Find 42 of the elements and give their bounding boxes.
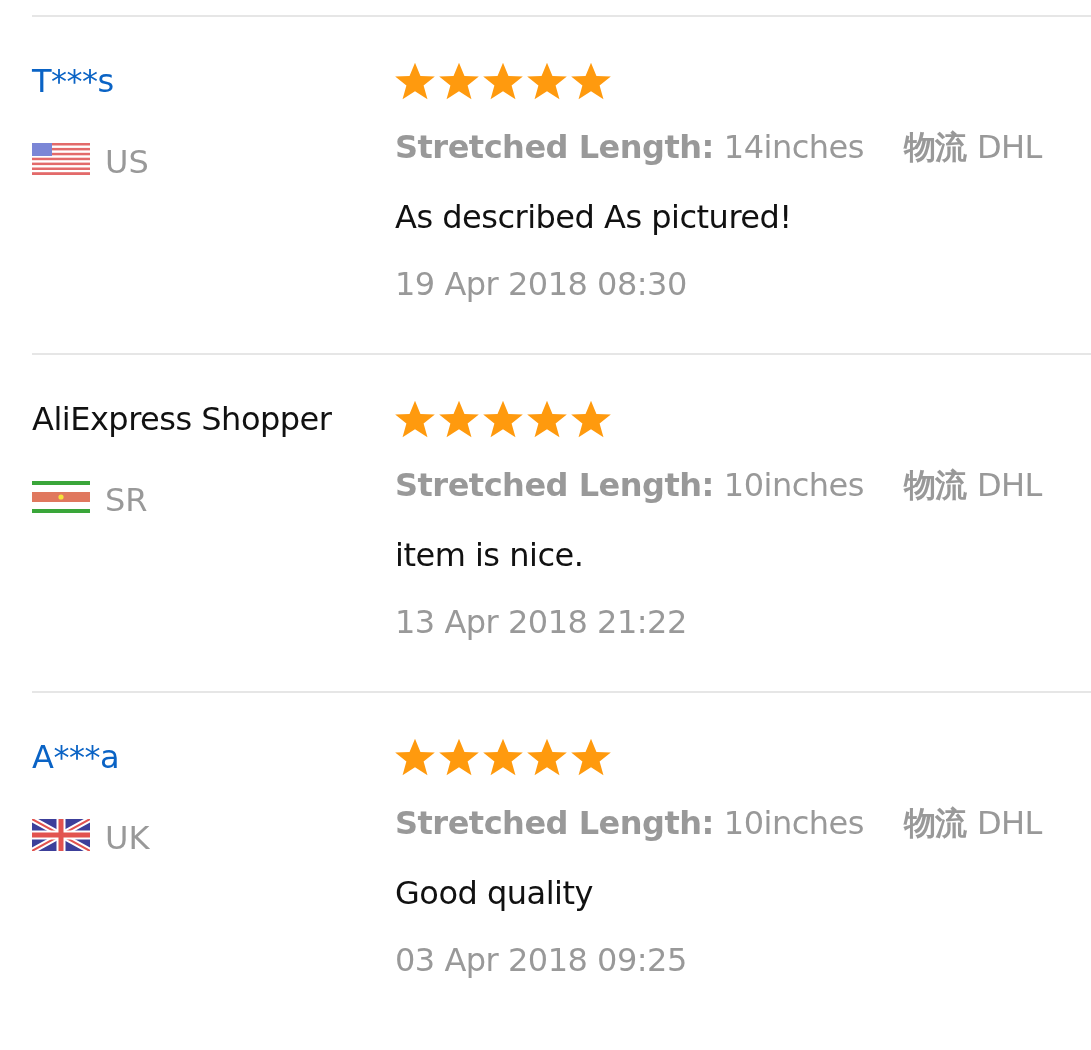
- review-date: 03 Apr 2018 09:25: [395, 940, 687, 981]
- star-icon: [395, 62, 435, 100]
- attribute-label: 物流: [903, 465, 967, 506]
- star-icon: [571, 400, 611, 438]
- attribute-value: DHL: [976, 803, 1042, 844]
- attribute-value: DHL: [976, 465, 1042, 506]
- attribute-value: DHL: [976, 127, 1042, 168]
- reviewer-name-link[interactable]: T***s: [32, 59, 114, 103]
- star-icon: [483, 738, 523, 776]
- country-code: UK: [105, 818, 150, 859]
- attribute-label: 物流: [903, 803, 967, 844]
- reviewer-name: AliExpress Shopper: [32, 399, 332, 440]
- star-icon: [527, 400, 567, 438]
- review-date: 19 Apr 2018 08:30: [395, 264, 687, 305]
- star-icon: [571, 62, 611, 100]
- country-code: US: [105, 142, 149, 183]
- star-icon: [439, 400, 479, 438]
- attribute-value: 10inches: [723, 465, 864, 506]
- star-icon: [571, 738, 611, 776]
- review-comment: As described As pictured!: [395, 197, 792, 238]
- attribute-label: Stretched Length:: [395, 803, 714, 844]
- attribute-label: 物流: [903, 127, 967, 168]
- star-icon: [395, 400, 435, 438]
- star-icon: [439, 62, 479, 100]
- review-date: 13 Apr 2018 21:22: [395, 602, 687, 643]
- attribute-value: 10inches: [723, 803, 864, 844]
- attribute-label: Stretched Length:: [395, 127, 714, 168]
- attribute-label: Stretched Length:: [395, 465, 714, 506]
- star-icon: [527, 738, 567, 776]
- us-flag-icon: [32, 143, 90, 175]
- country-code: SR: [105, 480, 148, 521]
- star-icon: [527, 62, 567, 100]
- star-icon: [395, 738, 435, 776]
- review-comment: Good quality: [395, 873, 593, 914]
- attribute-value: 14inches: [723, 127, 864, 168]
- suriname-flag-icon: [32, 481, 90, 513]
- star-icon: [483, 400, 523, 438]
- review-comment: item is nice.: [395, 535, 584, 576]
- star-icon: [483, 62, 523, 100]
- union-jack-flag-icon: [32, 819, 90, 851]
- reviewer-name-link[interactable]: A***a: [32, 735, 119, 779]
- star-icon: [439, 738, 479, 776]
